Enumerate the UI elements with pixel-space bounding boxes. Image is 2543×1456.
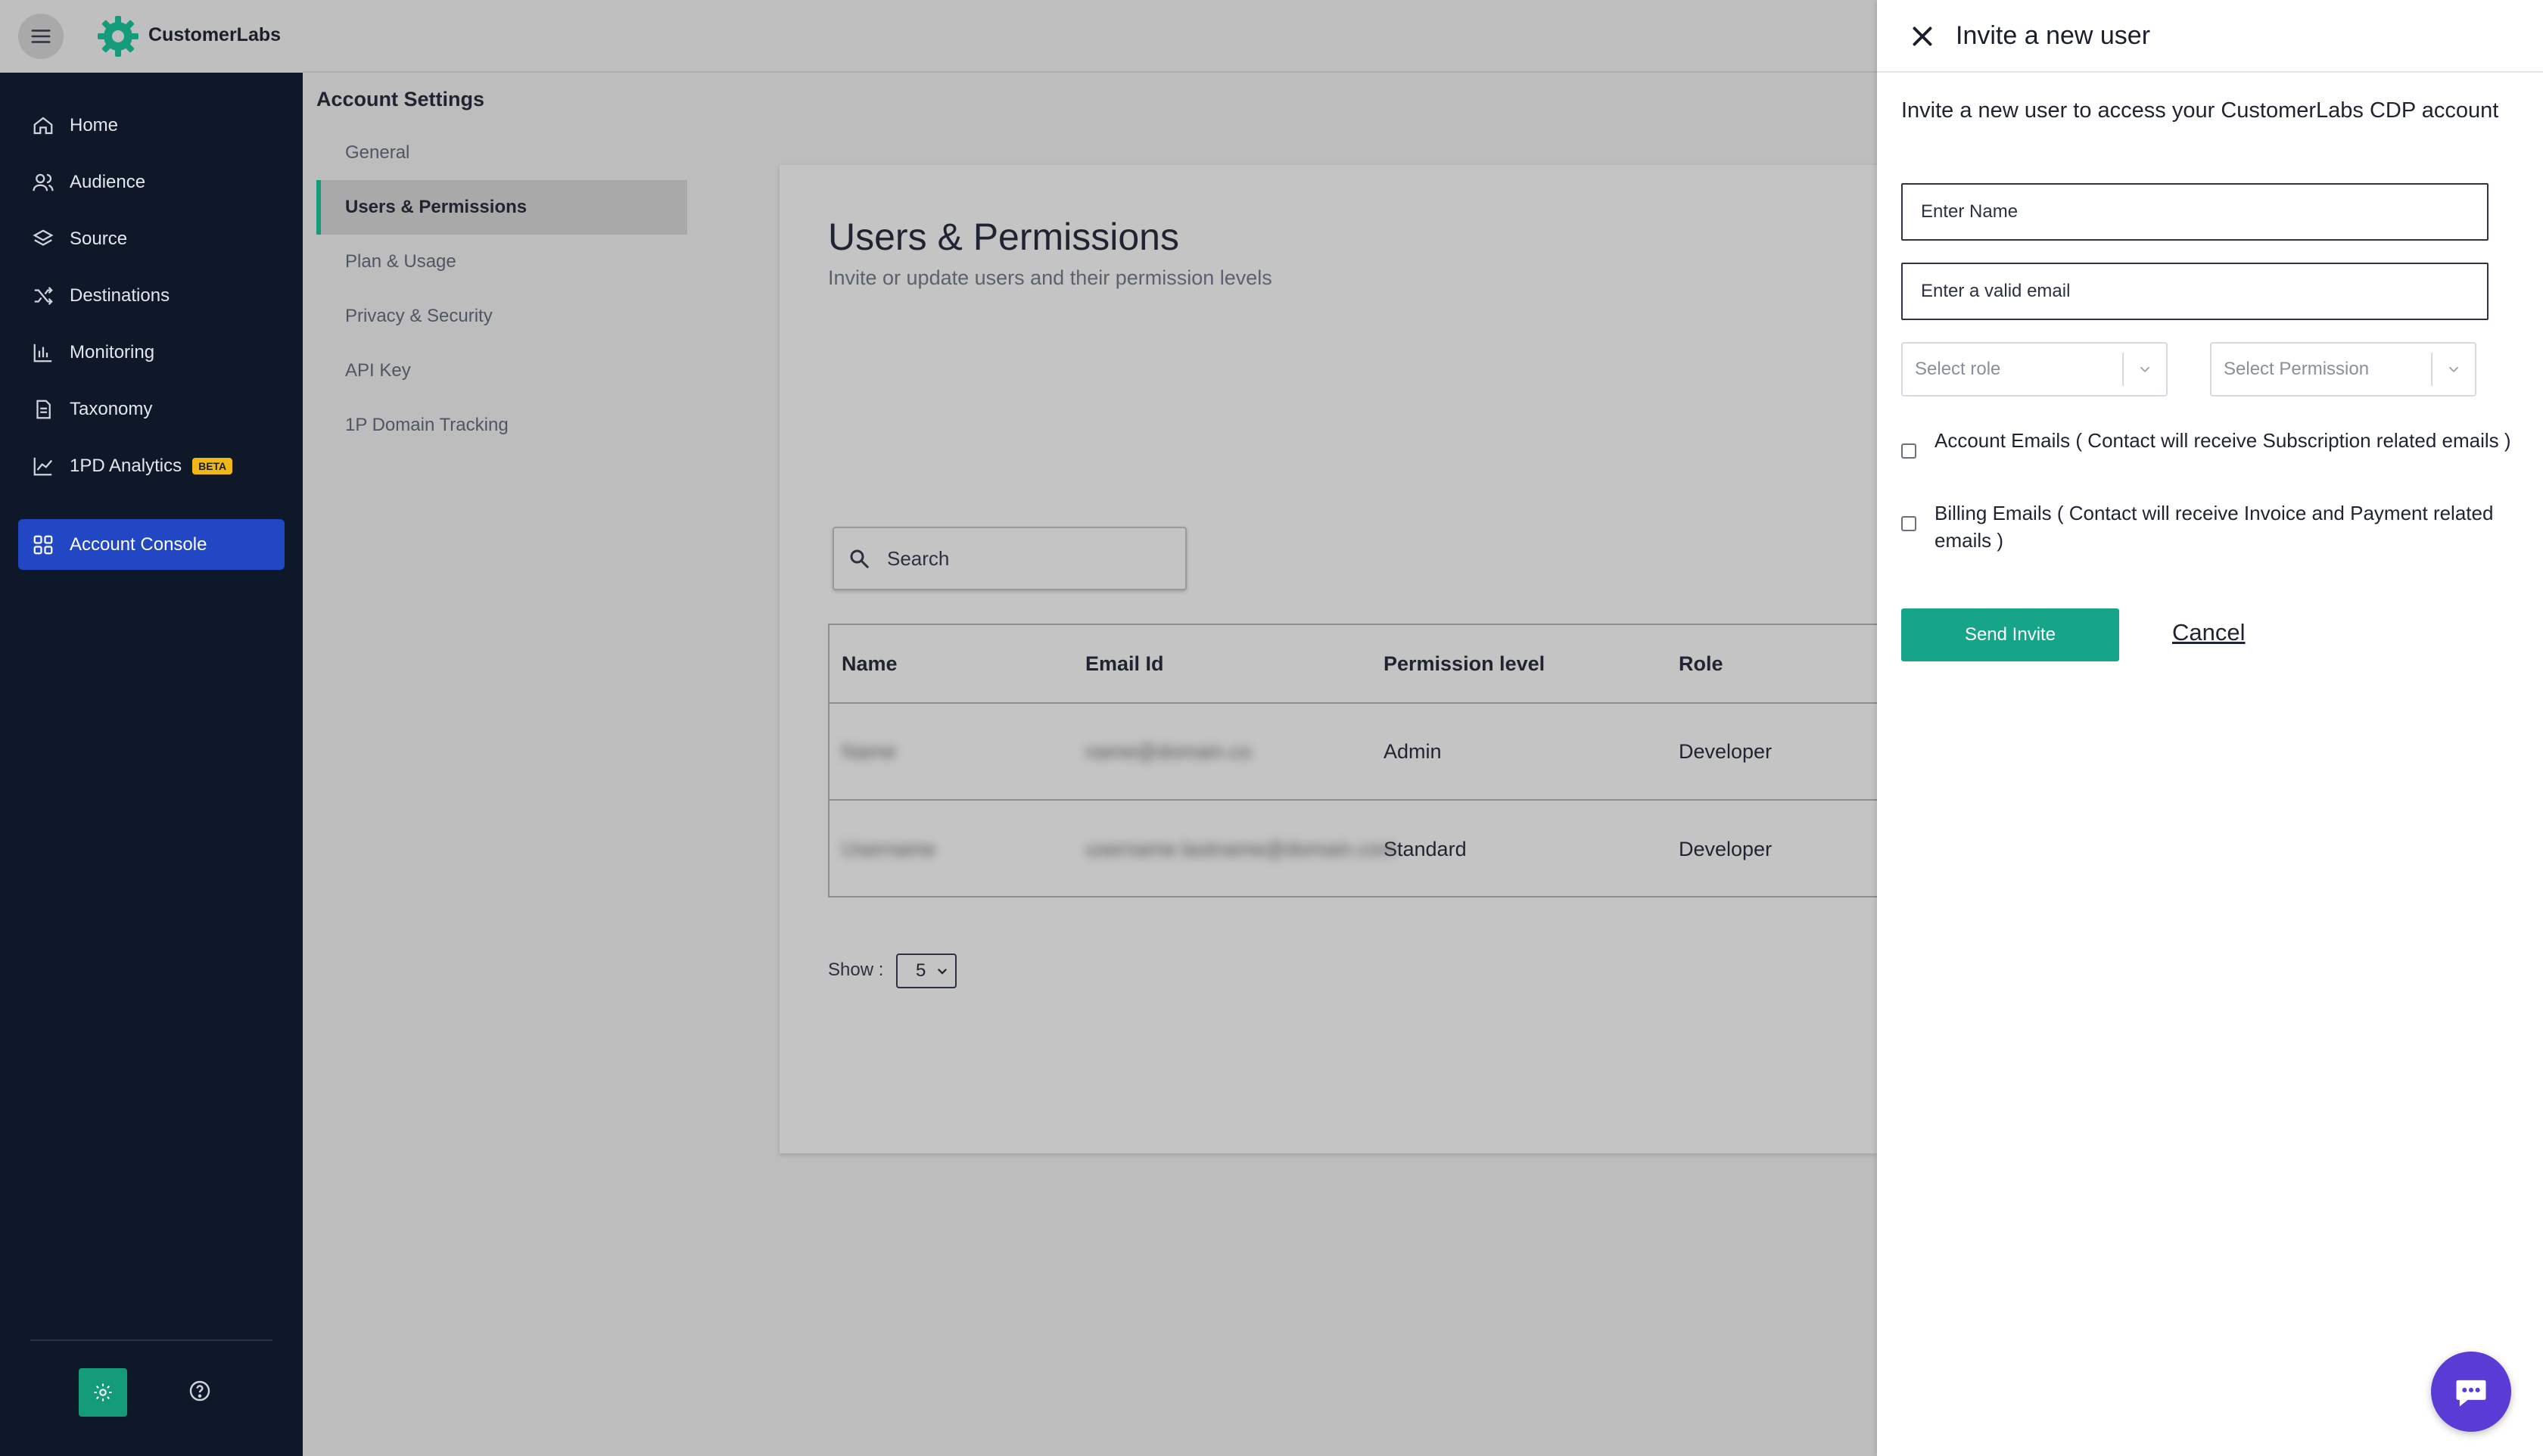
- chevron-down-icon: [2140, 366, 2150, 373]
- top-bar: [303, 0, 1877, 73]
- beta-badge: BETA: [192, 457, 233, 474]
- trend-icon: [33, 457, 53, 475]
- grid-icon: [33, 535, 53, 554]
- permission-select[interactable]: Select Permission: [2210, 342, 2476, 397]
- permission-cell: Admin: [1384, 739, 1442, 763]
- permission-cell: Standard: [1384, 837, 1467, 860]
- home-icon: [33, 117, 53, 134]
- sidebar-item-label: Monitoring: [70, 341, 155, 362]
- account-emails-label: Account Emails ( Contact will receive Su…: [1934, 429, 2511, 452]
- name-input[interactable]: [1921, 201, 2466, 222]
- sidebar: CustomerLabs Home Audience Source Destin…: [0, 0, 303, 1456]
- permission-select-value: Select Permission: [2224, 359, 2370, 379]
- role-dropdown-button[interactable]: [2124, 361, 2166, 378]
- role-select[interactable]: Select role: [1901, 342, 2168, 397]
- settings-item-privacy-security[interactable]: Privacy & Security: [316, 289, 687, 344]
- page-size-select[interactable]: 5: [896, 954, 957, 988]
- role-cell: Developer: [1679, 837, 1773, 860]
- chevron-down-icon: [2448, 366, 2459, 373]
- permission-dropdown-button[interactable]: [2433, 361, 2475, 378]
- bar-chart-icon: [33, 344, 52, 362]
- brand-name: CustomerLabs: [148, 24, 282, 45]
- settings-title: Account Settings: [316, 88, 485, 110]
- user-email-cell: name@domain.co: [1085, 739, 1252, 763]
- account-emails-checkbox[interactable]: [1901, 443, 1916, 459]
- user-name-cell: Username: [842, 837, 936, 860]
- gear-icon: [94, 1383, 112, 1402]
- sidebar-item-label: Home: [70, 114, 119, 135]
- sidebar-item-taxonomy[interactable]: Taxonomy: [18, 381, 285, 437]
- role-cell: Developer: [1679, 739, 1773, 763]
- sidebar-item-source[interactable]: Source: [18, 210, 285, 267]
- sidebar-nav: Home Audience Source Destinations Monito…: [18, 97, 285, 570]
- chevron-down-icon: [937, 968, 948, 975]
- name-field[interactable]: [1901, 183, 2489, 241]
- settings-menu: General Users & Permissions Plan & Usage…: [316, 126, 687, 453]
- page-size-label: Show :: [828, 960, 884, 980]
- layers-icon: [33, 229, 54, 246]
- cancel-link[interactable]: Cancel: [2172, 619, 2246, 646]
- role-select-value: Select role: [1915, 359, 2001, 379]
- user-email-cell: username.lastname@domain.com: [1085, 837, 1397, 860]
- sidebar-item-audience[interactable]: Audience: [18, 154, 285, 210]
- settings-item-plan-usage[interactable]: Plan & Usage: [316, 235, 687, 289]
- users-table: Name Email Id Permission level Role Name…: [828, 624, 1877, 898]
- column-header-email: Email Id: [1085, 652, 1164, 675]
- table-header-row: Name Email Id Permission level Role: [830, 625, 1877, 704]
- page-title: Users & Permissions: [828, 216, 1179, 258]
- customerlabs-logo-icon: [98, 16, 139, 57]
- table-row[interactable]: Username username.lastname@domain.com St…: [830, 801, 1877, 898]
- email-field[interactable]: [1901, 263, 2489, 320]
- invite-user-panel: Invite a new user Invite a new user to a…: [1877, 0, 2543, 1456]
- search-input[interactable]: [887, 546, 1159, 571]
- settings-item-1p-domain-tracking[interactable]: 1P Domain Tracking: [316, 398, 687, 453]
- page-size-value: 5: [916, 960, 926, 981]
- sidebar-item-home[interactable]: Home: [18, 97, 285, 154]
- settings-item-general[interactable]: General: [316, 126, 687, 180]
- hamburger-menu-button[interactable]: [18, 14, 64, 59]
- sidebar-item-destinations[interactable]: Destinations: [18, 267, 285, 324]
- sidebar-item-1pd-analytics[interactable]: 1PD Analytics BETA: [18, 437, 285, 494]
- billing-emails-label: Billing Emails ( Contact will receive In…: [1934, 502, 2494, 552]
- panel-title: Invite a new user: [1956, 21, 2151, 50]
- settings-button[interactable]: [79, 1368, 127, 1417]
- close-icon[interactable]: [1909, 23, 1936, 50]
- sidebar-header: CustomerLabs: [0, 0, 303, 73]
- sidebar-divider: [30, 1339, 272, 1341]
- column-header-name: Name: [842, 652, 898, 675]
- shuffle-icon: [34, 286, 53, 305]
- help-icon[interactable]: [188, 1379, 212, 1403]
- users-icon: [33, 173, 54, 191]
- send-invite-button[interactable]: Send Invite: [1901, 608, 2119, 661]
- hamburger-icon: [31, 30, 51, 43]
- sidebar-item-account-console[interactable]: Account Console: [18, 519, 285, 570]
- sidebar-item-label: Source: [70, 228, 128, 249]
- sidebar-item-label: 1PD Analytics: [70, 455, 182, 476]
- chat-button[interactable]: [2431, 1352, 2511, 1432]
- page-subtitle: Invite or update users and their permiss…: [828, 266, 1272, 289]
- column-header-permission: Permission level: [1384, 652, 1545, 675]
- column-header-role: Role: [1679, 652, 1723, 675]
- search-icon: [850, 549, 869, 568]
- sidebar-item-label: Taxonomy: [70, 398, 153, 419]
- settings-item-api-key[interactable]: API Key: [316, 344, 687, 398]
- sidebar-item-label: Account Console: [70, 534, 207, 555]
- account-emails-option: Account Emails ( Contact will receive Su…: [1901, 427, 2522, 459]
- table-row[interactable]: Name name@domain.co Admin Developer: [830, 704, 1877, 801]
- sidebar-item-monitoring[interactable]: Monitoring: [18, 324, 285, 381]
- settings-item-users-permissions[interactable]: Users & Permissions: [316, 180, 687, 235]
- panel-header: Invite a new user: [1877, 0, 2543, 73]
- email-input[interactable]: [1921, 281, 2466, 302]
- panel-intro: Invite a new user to access your Custome…: [1901, 98, 2499, 123]
- document-icon: [36, 400, 51, 418]
- sidebar-item-label: Destinations: [70, 285, 170, 306]
- sidebar-item-label: Audience: [70, 171, 146, 192]
- billing-emails-checkbox[interactable]: [1901, 516, 1916, 531]
- chat-bubble-icon: [2456, 1380, 2486, 1407]
- user-name-cell: Name: [842, 739, 897, 763]
- search-box[interactable]: [833, 527, 1187, 590]
- billing-emails-option: Billing Emails ( Contact will receive In…: [1901, 499, 2522, 554]
